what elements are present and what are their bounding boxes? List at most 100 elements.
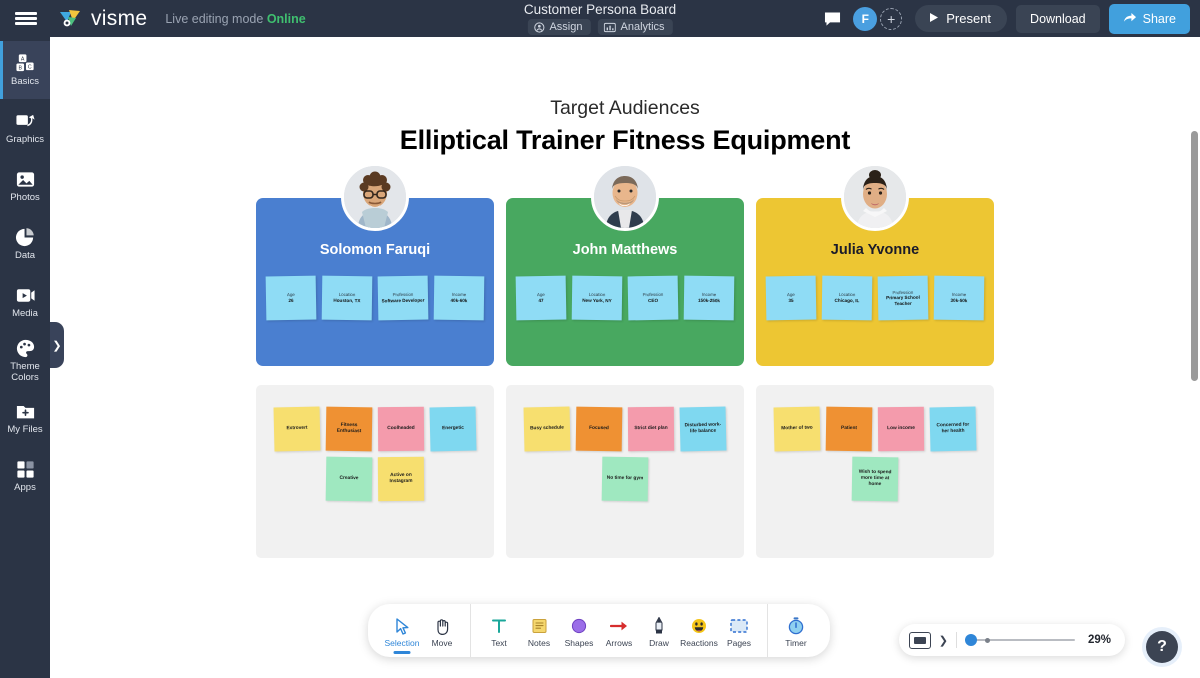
board-title: Elliptical Trainer Fitness Equipment [399, 125, 851, 155]
tool-reactions[interactable]: Reactions [679, 613, 719, 648]
chevron-down-icon[interactable]: ❯ [939, 634, 948, 647]
attribute-note[interactable]: Age 35 [765, 275, 817, 321]
assign-button[interactable]: Assign [527, 19, 591, 35]
visme-editor: visme Live editing mode Online Customer … [0, 0, 1200, 678]
sidebar-item-photos[interactable]: Photos [0, 157, 50, 215]
persona-card[interactable]: Julia Yvonne Age 35 Location Chicago, IL… [756, 163, 994, 366]
attribute-note[interactable]: Income 30k-50k [933, 275, 985, 321]
attribute-note[interactable]: Age 26 [265, 275, 317, 321]
tool-timer[interactable]: Timer [776, 613, 816, 648]
trait-note[interactable]: Fitness Enthusiast [325, 406, 373, 452]
trait-note[interactable]: No time for gym [601, 456, 649, 502]
blocks-icon: A B C [14, 52, 36, 74]
sidebar-item-apps[interactable]: Apps [0, 447, 50, 505]
attribute-value: 30k-50k [950, 297, 968, 304]
trait-note[interactable]: Extrovert [273, 406, 321, 452]
attribute-note[interactable]: Profession Primary School Teacher [877, 275, 929, 321]
trait-note[interactable]: Disturbed work-life balance [679, 406, 727, 452]
trait-note[interactable]: Active on Instagram [377, 456, 425, 502]
sidebar-item-graphics[interactable]: Graphics [0, 99, 50, 157]
add-user-icon[interactable]: + [880, 7, 903, 30]
trait-note[interactable]: Busy schedule [523, 406, 571, 452]
present-button[interactable]: Present [915, 5, 1008, 32]
sidebar-item-label: Media [12, 308, 38, 320]
tool-label: Text [491, 638, 507, 648]
sidebar-item-basics[interactable]: A B C Basics [0, 41, 50, 99]
sidebar-item-label: Graphics [5, 134, 44, 146]
trait-panel[interactable]: Extrovert Fitness Enthusiast Coolheaded … [256, 385, 494, 558]
tool-label: Pages [726, 638, 752, 648]
comment-icon[interactable] [820, 7, 844, 31]
persona-name: Julia Yvonne [830, 242, 920, 258]
slider-knob[interactable] [965, 634, 977, 646]
cursor-icon [395, 616, 410, 636]
brand-logo[interactable]: visme [58, 7, 147, 31]
tool-text[interactable]: Text [479, 613, 519, 648]
trait-note[interactable]: Concerned for her health [929, 406, 977, 452]
arrow-right-icon [610, 616, 628, 636]
trait-note[interactable]: Energetic [429, 406, 477, 452]
trait-note[interactable]: Strict diet plan [627, 406, 675, 452]
trait-note[interactable]: Wish to spend more time at home [851, 456, 899, 502]
sidebar-item-data[interactable]: Data [0, 215, 50, 273]
text-t-icon [491, 616, 507, 636]
tool-label: Timer [785, 638, 807, 648]
attribute-note[interactable]: Profession CEO [627, 275, 679, 321]
attribute-note[interactable]: Location Houston, TX [321, 275, 373, 321]
board-canvas[interactable]: Target Audiences Elliptical Trainer Fitn… [50, 37, 1200, 678]
chevron-right-icon[interactable]: ❯ [50, 322, 64, 368]
attribute-value: Houston, TX [333, 297, 361, 304]
sidebar-item-media[interactable]: Media [0, 273, 50, 331]
attribute-note[interactable]: Location Chicago, IL [821, 275, 873, 321]
frame-icon[interactable] [908, 631, 931, 649]
tool-selection[interactable]: Selection [382, 613, 422, 648]
help-button[interactable]: ? [1146, 631, 1178, 663]
tool-pages[interactable]: Pages [719, 613, 759, 648]
trait-note[interactable]: Creative [325, 456, 373, 502]
attribute-note[interactable]: Income 150k-250k [683, 275, 735, 321]
stopwatch-icon [788, 616, 804, 636]
attribute-note[interactable]: Age 47 [515, 275, 567, 321]
avatar[interactable]: F [853, 6, 878, 31]
attribute-note[interactable]: Location New York, NY [571, 275, 623, 321]
attribute-note[interactable]: Income 40k-60k [433, 275, 485, 321]
share-button[interactable]: Share [1108, 3, 1190, 34]
toolbar-group-timer: Timer [767, 604, 824, 657]
download-button[interactable]: Download [1016, 4, 1100, 33]
trait-note[interactable]: Mother of two [773, 406, 821, 452]
tool-notes[interactable]: Notes [519, 613, 559, 648]
sidebar-item-label: My Files [7, 424, 43, 436]
hand-icon [434, 616, 450, 636]
tool-draw[interactable]: Draw [639, 613, 679, 648]
vertical-scrollbar[interactable] [1191, 131, 1198, 381]
persona-card[interactable]: John Matthews Age 47 Location New York, … [506, 163, 744, 366]
attribute-value: 150k-250k [697, 297, 720, 304]
trait-note[interactable]: Focused [575, 406, 623, 452]
assign-icon [533, 21, 545, 33]
analytics-button[interactable]: Analytics [597, 19, 673, 35]
sidebar-item-label: Photos [10, 192, 40, 204]
trait-note[interactable]: Low income [877, 406, 925, 452]
tool-label: Draw [649, 638, 669, 648]
trait-panel[interactable]: Mother of two Patient Low income Concern… [756, 385, 994, 558]
persona-attributes: Age 47 Location New York, NY Profession … [515, 275, 735, 321]
tool-label: Shapes [564, 638, 594, 648]
zoom-slider[interactable] [965, 634, 1075, 646]
attribute-note[interactable]: Profession Software Developer [377, 275, 429, 321]
tool-arrows[interactable]: Arrows [599, 613, 639, 648]
hamburger-icon[interactable] [0, 0, 52, 37]
tool-move[interactable]: Move [422, 613, 462, 648]
svg-text:A: A [20, 56, 24, 62]
trait-note[interactable]: Coolheaded [377, 406, 425, 452]
persona-card[interactable]: Solomon Faruqi Age 26 Location Houston, … [256, 163, 494, 366]
tool-label: Move [431, 638, 453, 648]
trait-panel[interactable]: Busy schedule Focused Strict diet plan D… [506, 385, 744, 558]
apps-grid-icon [14, 458, 36, 480]
attribute-value: Primary School Teacher [886, 294, 920, 306]
trait-note[interactable]: Patient [825, 406, 873, 452]
persona-attributes: Age 35 Location Chicago, IL Profession P… [765, 275, 985, 321]
sidebar-item-my-files[interactable]: My Files [0, 389, 50, 447]
tool-shapes[interactable]: Shapes [559, 613, 599, 648]
sidebar-item-theme-colors[interactable]: Theme Colors [0, 331, 50, 389]
persona-cards-row: Solomon Faruqi Age 26 Location Houston, … [50, 163, 1200, 366]
